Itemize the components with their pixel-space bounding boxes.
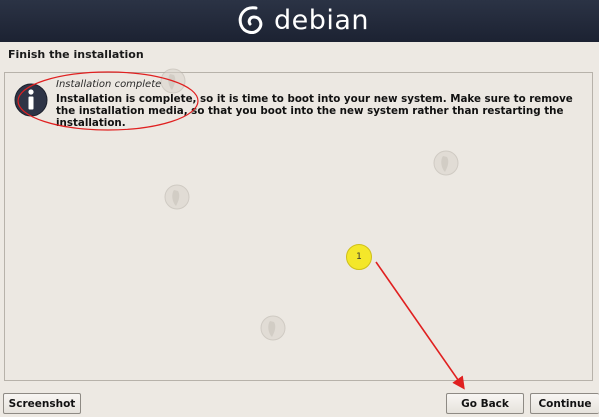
page-title: Finish the installation [8, 48, 144, 61]
debian-swirl-icon [238, 6, 263, 34]
screenshot-button[interactable]: Screenshot [3, 393, 81, 414]
debian-logo: debian [232, 2, 369, 38]
penguin-watermark-icon [164, 184, 190, 210]
debian-logo-text: debian [274, 4, 370, 36]
go-back-button[interactable]: Go Back [446, 393, 524, 414]
debian-header: debian [0, 0, 599, 42]
highlight-ellipse-annotation [17, 71, 199, 131]
step-callout-badge: 1 [346, 244, 372, 270]
penguin-watermark-icon [433, 150, 459, 176]
continue-button[interactable]: Continue [530, 393, 599, 414]
penguin-watermark-icon [260, 315, 286, 341]
